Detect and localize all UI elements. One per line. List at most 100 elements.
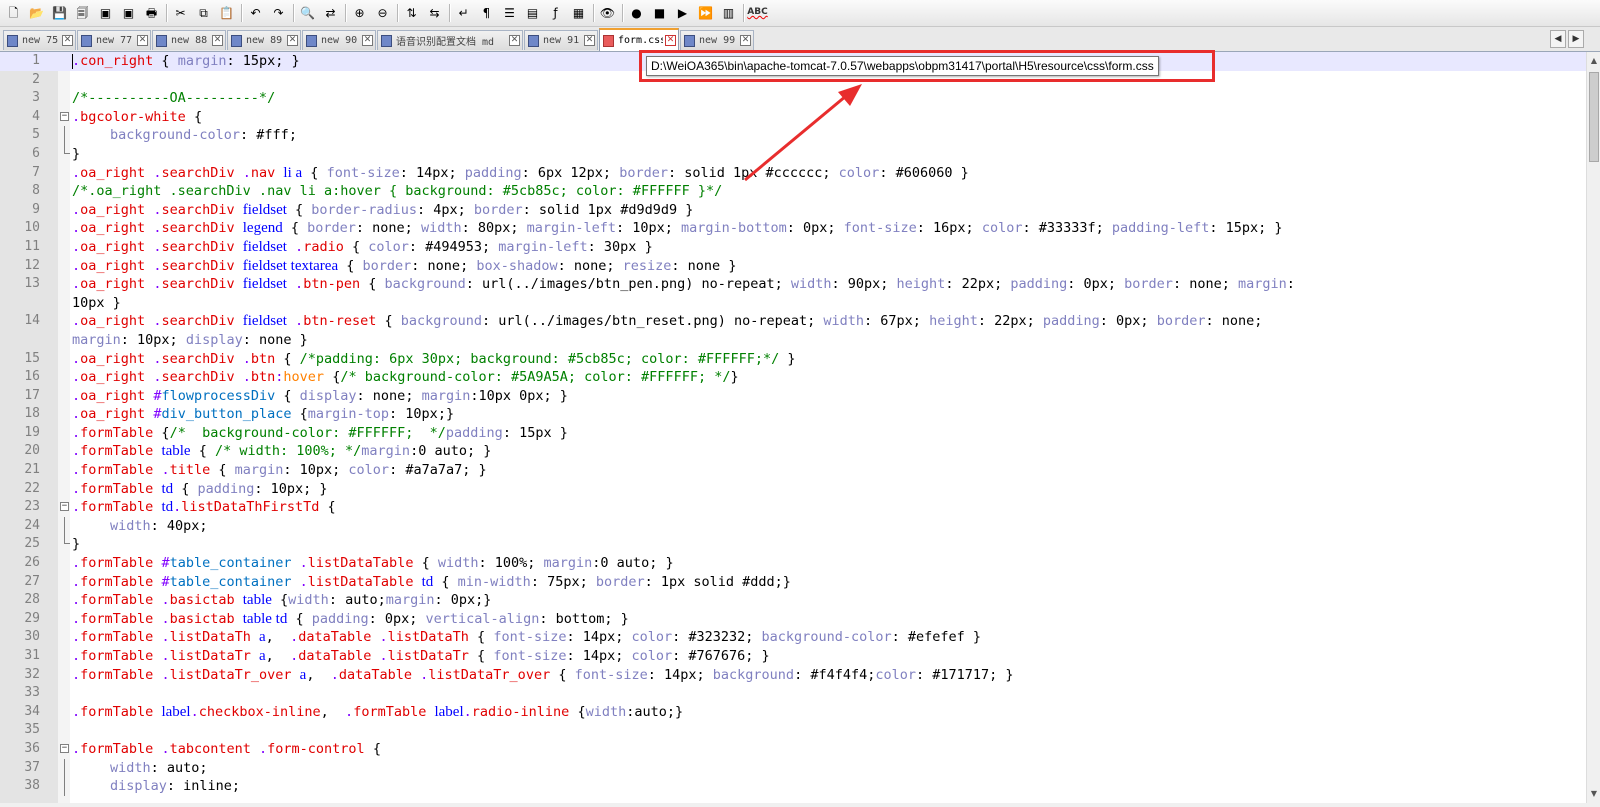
code-line[interactable]: 16 .oa_right .searchDiv .btn:hover {/* ba… bbox=[0, 368, 1586, 387]
code-line[interactable]: 25} bbox=[0, 535, 1586, 554]
code-line[interactable]: 38 display: inline; bbox=[0, 777, 1586, 796]
code-line[interactable]: 5 background-color: #fff; bbox=[0, 126, 1586, 145]
code-line[interactable]: 10px } bbox=[0, 294, 1586, 313]
code-line[interactable]: 27 .formTable #table_container .listDataT… bbox=[0, 573, 1586, 592]
code-line[interactable]: 36 − .formTable .tabcontent .form-control … bbox=[0, 740, 1586, 759]
save-macro-icon[interactable]: ▥ bbox=[719, 3, 738, 22]
monitor-icon[interactable]: 👁 bbox=[598, 3, 617, 22]
copy-icon[interactable]: ⧉ bbox=[194, 3, 213, 22]
open-file-icon[interactable]: 📂 bbox=[27, 3, 46, 22]
spell-check-icon[interactable]: ABC bbox=[747, 3, 767, 22]
tab-close-icon[interactable]: ✕ bbox=[287, 35, 298, 46]
tab-close-icon[interactable]: ✕ bbox=[212, 35, 223, 46]
tab-new-91[interactable]: new 91 ✕ bbox=[524, 30, 598, 50]
code-line[interactable]: 33 bbox=[0, 684, 1586, 703]
tab-new-77[interactable]: new 77 ✕ bbox=[77, 30, 151, 50]
new-file-icon[interactable]: 🗋 bbox=[4, 3, 23, 22]
record-macro-icon[interactable]: ● bbox=[627, 3, 646, 22]
code-line[interactable]: 29 .formTable .basictab table td { paddin… bbox=[0, 610, 1586, 629]
tab-close-icon[interactable]: ✕ bbox=[740, 35, 751, 46]
code-line[interactable]: 15 .oa_right .searchDiv .btn { /*padding:… bbox=[0, 350, 1586, 369]
vertical-scrollbar[interactable]: ▲ ▼ bbox=[1586, 52, 1600, 803]
tab-new-99[interactable]: new 99 ✕ bbox=[680, 30, 754, 50]
code-line[interactable]: 8 /*.oa_right .searchDiv .nav li a:hover … bbox=[0, 182, 1586, 201]
save-all-icon[interactable]: 🗐 bbox=[73, 3, 92, 22]
paste-icon[interactable]: 📋 bbox=[217, 3, 236, 22]
code-line[interactable]: 4 − .bgcolor-white { bbox=[0, 108, 1586, 127]
fold-toggle-icon[interactable]: − bbox=[60, 743, 69, 753]
code-line[interactable]: 31 .formTable .listDataTr a, .dataTable .… bbox=[0, 647, 1586, 666]
code-line[interactable]: 26 .formTable #table_container .listDataT… bbox=[0, 554, 1586, 573]
code-line[interactable]: 17 .oa_right #flowprocessDiv { display: n… bbox=[0, 387, 1586, 406]
code-line[interactable]: 24 width: 40px; bbox=[0, 516, 1586, 536]
tab-new-75[interactable]: new 75 ✕ bbox=[3, 30, 76, 50]
tab-new-90[interactable]: new 90 ✕ bbox=[302, 30, 376, 50]
code-line[interactable]: 7 .oa_right .searchDiv .nav li a { font-s… bbox=[0, 164, 1586, 183]
code-line[interactable]: 21 .formTable .title { margin: 10px; colo… bbox=[0, 461, 1586, 480]
code-line[interactable]: 9 .oa_right .searchDiv fieldset { border-… bbox=[0, 201, 1586, 220]
word-wrap-icon[interactable]: ↵ bbox=[454, 3, 473, 22]
replace-icon[interactable]: ⇄ bbox=[321, 3, 340, 22]
code-line[interactable]: 37 width: auto; bbox=[0, 758, 1586, 778]
tab-new-89[interactable]: new 89 ✕ bbox=[227, 30, 301, 50]
tab-close-icon[interactable]: ✕ bbox=[62, 35, 73, 46]
code-line[interactable]: 34 .formTable label.checkbox-inline, .for… bbox=[0, 703, 1586, 722]
tab-close-icon[interactable]: ✕ bbox=[509, 35, 520, 46]
code-line[interactable]: 12 .oa_right .searchDiv fieldset textarea… bbox=[0, 257, 1586, 276]
code-line[interactable]: 23− .formTable td.listDataThFirstTd { bbox=[0, 498, 1586, 517]
tab-close-icon[interactable]: ✕ bbox=[665, 35, 676, 46]
print-icon[interactable]: 🖶 bbox=[142, 3, 161, 22]
tab-close-icon[interactable]: ✕ bbox=[137, 35, 148, 46]
code-line[interactable]: 35 bbox=[0, 721, 1586, 740]
code-line[interactable]: 30 .formTable .listDataTh a, .dataTable .… bbox=[0, 628, 1586, 647]
code-line[interactable]: 22 .formTable td { padding: 10px; } bbox=[0, 480, 1586, 499]
code-line[interactable]: 11 .oa_right .searchDiv fieldset .radio {… bbox=[0, 238, 1586, 257]
redo-icon[interactable]: ↷ bbox=[269, 3, 288, 22]
tab-scroll-left-icon[interactable]: ◀ bbox=[1550, 30, 1566, 48]
scroll-down-arrow-icon[interactable]: ▼ bbox=[1588, 787, 1600, 801]
function-list-icon[interactable]: ƒ bbox=[546, 3, 565, 22]
sync-vertical-icon[interactable]: ⇅ bbox=[402, 3, 421, 22]
code-line[interactable]: margin: 10px; display: none } bbox=[0, 331, 1586, 350]
code-line[interactable]: 14 .oa_right .searchDiv fieldset .btn-res… bbox=[0, 312, 1586, 331]
tab-scroll-right-icon[interactable]: ▶ bbox=[1568, 30, 1584, 48]
scroll-up-arrow-icon[interactable]: ▲ bbox=[1588, 54, 1600, 68]
fold-toggle-icon[interactable]: − bbox=[60, 111, 69, 121]
code-line[interactable]: 28 .formTable .basictab table {width: aut… bbox=[0, 591, 1586, 610]
run-macro-multiple-icon[interactable]: ⏩ bbox=[696, 3, 715, 22]
code-line[interactable]: 6} bbox=[0, 144, 1586, 164]
code-line[interactable]: 32 .formTable .listDataTr_over a, .dataTa… bbox=[0, 666, 1586, 685]
code-line[interactable]: 3 /*----------OA---------*/ bbox=[0, 89, 1586, 108]
tab-new-88[interactable]: new 88 ✕ bbox=[152, 30, 226, 50]
code-line[interactable]: 18 .oa_right #div_button_place {margin-to… bbox=[0, 405, 1586, 424]
find-icon[interactable]: 🔍 bbox=[298, 3, 317, 22]
code-line[interactable]: 10 .oa_right .searchDiv legend { border: … bbox=[0, 219, 1586, 238]
save-icon[interactable]: 💾 bbox=[50, 3, 69, 22]
cut-icon[interactable]: ✂ bbox=[171, 3, 190, 22]
code-token: : 0px; bbox=[786, 220, 844, 237]
close-all-icon[interactable]: ▣ bbox=[119, 3, 138, 22]
doc-map-icon[interactable]: ▤ bbox=[523, 3, 542, 22]
fold-toggle-icon[interactable]: − bbox=[60, 502, 69, 512]
sync-horizontal-icon[interactable]: ⇆ bbox=[425, 3, 444, 22]
tab-close-icon[interactable]: ✕ bbox=[584, 35, 595, 46]
toolbar-separator bbox=[449, 4, 451, 22]
show-all-chars-icon[interactable]: ¶ bbox=[477, 3, 496, 22]
tab-md[interactable]: 语音识别配置文档 md ✕ bbox=[377, 30, 523, 50]
code-line[interactable]: 13 .oa_right .searchDiv fieldset .btn-pen… bbox=[0, 275, 1586, 294]
zoom-in-icon[interactable]: ⊕ bbox=[350, 3, 369, 22]
undo-icon[interactable]: ↶ bbox=[246, 3, 265, 22]
folder-workspace-icon[interactable]: ▦ bbox=[569, 3, 588, 22]
tab-form-css[interactable]: form.css ✕ bbox=[599, 28, 679, 51]
zoom-out-icon[interactable]: ⊖ bbox=[373, 3, 392, 22]
close-icon[interactable]: ▣ bbox=[96, 3, 115, 22]
play-macro-icon[interactable]: ▶ bbox=[673, 3, 692, 22]
code-token: formTable bbox=[80, 462, 154, 479]
stop-macro-icon[interactable]: ■ bbox=[650, 3, 669, 22]
tab-close-icon[interactable]: ✕ bbox=[362, 35, 373, 46]
code-editor[interactable]: 1 .con_right { margin: 15px; } 2 3/*-------… bbox=[0, 52, 1586, 803]
code-line[interactable]: 20 .formTable table { /* width: 100%; */m… bbox=[0, 442, 1586, 461]
indent-guide-icon[interactable]: ☰ bbox=[500, 3, 519, 22]
code-line[interactable]: 19 .formTable {/* background-color: #FFFF… bbox=[0, 424, 1586, 443]
scrollbar-thumb[interactable] bbox=[1589, 72, 1599, 162]
